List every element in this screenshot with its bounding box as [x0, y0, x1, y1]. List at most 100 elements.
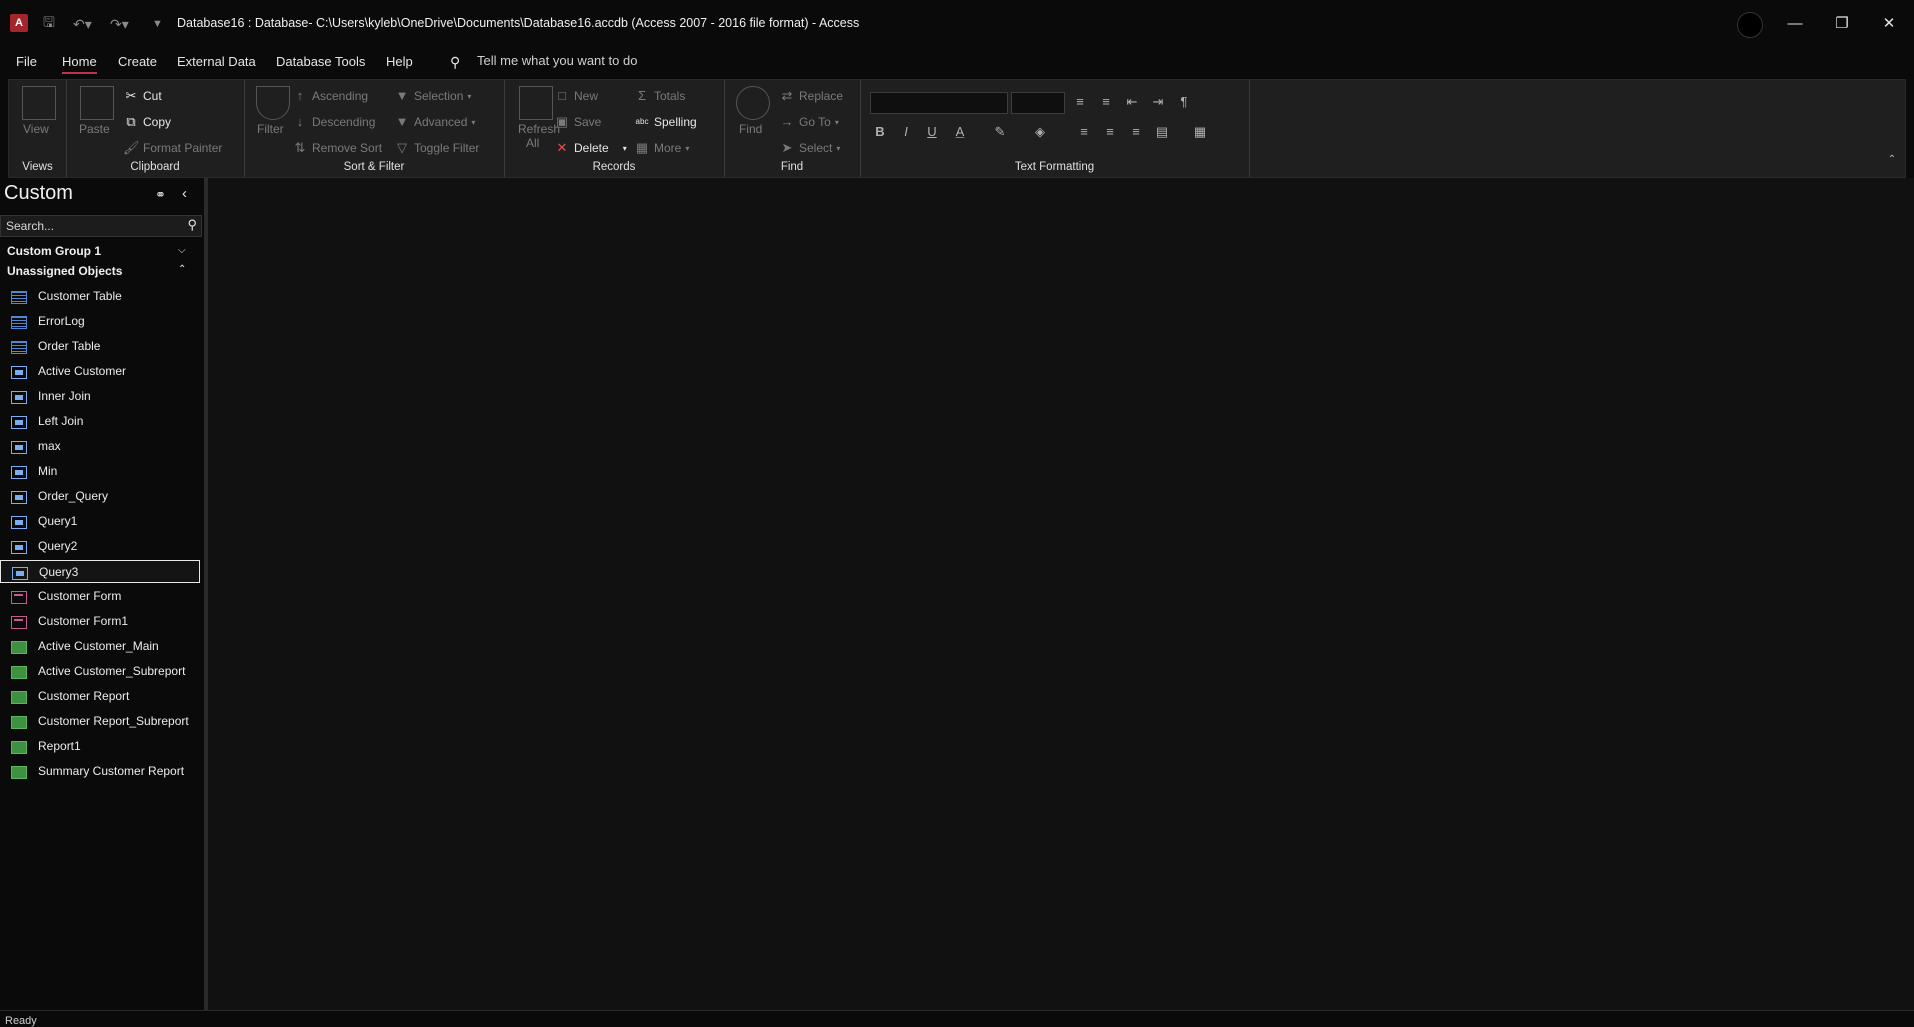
close-button[interactable]: ✕ [1866, 10, 1912, 38]
tab-help[interactable]: Help [386, 54, 413, 69]
tab-database-tools[interactable]: Database Tools [276, 54, 365, 69]
align-left-icon[interactable]: ≡ [1074, 122, 1094, 142]
descending-button[interactable]: ↓ Descending [292, 114, 376, 130]
account-avatar[interactable] [1737, 12, 1763, 38]
bullets-icon[interactable]: ≡ [1070, 92, 1090, 112]
align-center-icon[interactable]: ≡ [1100, 122, 1120, 142]
advanced-button[interactable]: ▼ Advanced ▾ [394, 114, 476, 130]
toggle-filter-button[interactable]: ▽ Toggle Filter [394, 140, 479, 156]
redo-icon[interactable]: ↷▾ [110, 13, 129, 35]
nav-object-label: Min [38, 464, 58, 478]
tell-me-input[interactable]: Tell me what you want to do [477, 53, 637, 68]
filter-button[interactable]: Filter [257, 122, 284, 136]
decrease-indent-icon[interactable]: ⇤ [1122, 92, 1142, 112]
nav-object-item[interactable]: Report1 [0, 735, 200, 758]
minimize-button[interactable]: — [1772, 10, 1818, 38]
nav-object-label: Active Customer_Main [38, 639, 159, 653]
font-color-icon[interactable]: A [950, 122, 970, 142]
underline-icon[interactable]: U [922, 122, 942, 142]
customize-qat-icon[interactable]: ▼ [152, 13, 163, 35]
align-right-icon[interactable]: ≡ [1126, 122, 1146, 142]
nav-object-item[interactable]: Order Table [0, 335, 200, 358]
table-icon [11, 316, 27, 329]
chevron-up-icon[interactable]: ⌃ [178, 264, 186, 275]
nav-group-unassigned-objects[interactable]: Unassigned Objects [7, 264, 122, 278]
nav-object-item[interactable]: Customer Table [0, 285, 200, 308]
nav-pane-title[interactable]: Custom [4, 182, 73, 205]
nav-object-item[interactable]: Query1 [0, 510, 200, 533]
tab-external-data[interactable]: External Data [177, 54, 256, 69]
nav-object-item[interactable]: Left Join [0, 410, 200, 433]
query-icon [11, 516, 27, 529]
background-color-icon[interactable]: ◈ [1030, 122, 1050, 142]
sort-filter-group-label: Sort & Filter [343, 161, 405, 173]
access-app-icon[interactable]: A [10, 14, 28, 32]
font-size-select[interactable] [1011, 92, 1065, 114]
remove-sort-button[interactable]: ⇅ Remove Sort [292, 140, 382, 156]
save-record-button[interactable]: ▣ Save [554, 114, 602, 130]
highlight-icon[interactable]: ✎ [990, 122, 1010, 142]
nav-object-item[interactable]: Min [0, 460, 200, 483]
bold-icon[interactable]: B [870, 122, 890, 142]
alternate-row-color-icon[interactable]: ▤ [1152, 122, 1172, 142]
increase-indent-icon[interactable]: ⇥ [1148, 92, 1168, 112]
nav-object-label: Active Customer_Subreport [38, 664, 186, 678]
gridlines-icon[interactable]: ▦ [1190, 122, 1210, 142]
nav-object-item[interactable]: Order_Query [0, 485, 200, 508]
goto-button[interactable]: → Go To ▾ [779, 114, 839, 130]
ascending-button[interactable]: ↑ Ascending [292, 88, 368, 104]
nav-object-item[interactable]: Active Customer_Main [0, 635, 200, 658]
nav-object-label: Inner Join [38, 389, 91, 403]
nav-object-item[interactable]: Active Customer_Subreport [0, 660, 200, 683]
paste-button[interactable]: Paste [79, 122, 110, 136]
nav-object-item[interactable]: Customer Report_Subreport [0, 710, 200, 733]
nav-object-item[interactable]: Customer Report [0, 685, 200, 708]
font-family-select[interactable] [870, 92, 1008, 114]
totals-button[interactable]: Σ Totals [634, 88, 685, 104]
view-icon [22, 86, 56, 120]
collapse-ribbon-icon[interactable]: ⌃ [1882, 150, 1902, 170]
nav-search-box[interactable]: Search... ⚲ [0, 215, 202, 237]
magnifier-icon [736, 86, 770, 120]
advanced-filter-icon: ▼ [395, 114, 409, 129]
cut-button[interactable]: ✂ Cut [123, 88, 162, 104]
chevron-down-icon[interactable]: ⌵ [178, 245, 186, 256]
replace-button[interactable]: ⇄ Replace [779, 88, 843, 104]
tab-file[interactable]: File [16, 54, 37, 69]
query-icon [11, 466, 27, 479]
numbering-icon[interactable]: ≡ [1096, 92, 1116, 112]
tab-home[interactable]: Home [62, 54, 97, 74]
new-record-button[interactable]: □ New [554, 88, 598, 104]
nav-object-item[interactable]: Summary Customer Report [0, 760, 200, 783]
navigation-pane: Custom ⚭ ‹ Search... ⚲ Custom Group 1 ⌵ … [0, 178, 208, 1010]
restore-button[interactable]: ❐ [1819, 10, 1865, 38]
more-button[interactable]: ▦ More ▾ [634, 140, 690, 156]
nav-group-custom-group-1[interactable]: Custom Group 1 [7, 244, 101, 258]
paragraph-direction-icon[interactable]: ¶ [1174, 92, 1194, 112]
copy-button[interactable]: ⧉ Copy [123, 114, 171, 130]
italic-icon[interactable]: I [896, 122, 916, 142]
tab-create[interactable]: Create [118, 54, 157, 69]
ribbon: View Views Paste ✂ Cut ⧉ Copy 🖌 Format Pain… [8, 79, 1906, 178]
nav-object-item[interactable]: Customer Form [0, 585, 200, 608]
find-button[interactable]: Find [739, 122, 762, 136]
nav-object-item[interactable]: Query3 [0, 560, 200, 583]
view-button[interactable]: View [23, 122, 49, 136]
shutter-bar-close-icon[interactable]: ‹ [182, 185, 187, 202]
nav-object-item[interactable]: Customer Form1 [0, 610, 200, 633]
nav-object-item[interactable]: Active Customer [0, 360, 200, 383]
nav-menu-dropdown-icon[interactable]: ⚭ [155, 187, 166, 203]
nav-object-item[interactable]: Query2 [0, 535, 200, 558]
format-painter-button[interactable]: 🖌 Format Painter [123, 140, 222, 156]
select-button[interactable]: ➤ Select ▾ [779, 140, 841, 156]
search-icon[interactable]: ⚲ [187, 217, 197, 233]
nav-object-item[interactable]: Inner Join [0, 385, 200, 408]
nav-search-input[interactable]: Search... [6, 219, 54, 233]
spelling-button[interactable]: abc Spelling [634, 114, 697, 130]
undo-icon[interactable]: ↶▾ [73, 13, 92, 35]
nav-object-item[interactable]: ErrorLog [0, 310, 200, 333]
selection-button[interactable]: ▼ Selection ▾ [394, 88, 472, 104]
save-icon[interactable]: 🖫 [43, 13, 55, 35]
nav-object-item[interactable]: max [0, 435, 200, 458]
delete-button[interactable]: ✕ Delete ▾ [554, 140, 627, 156]
